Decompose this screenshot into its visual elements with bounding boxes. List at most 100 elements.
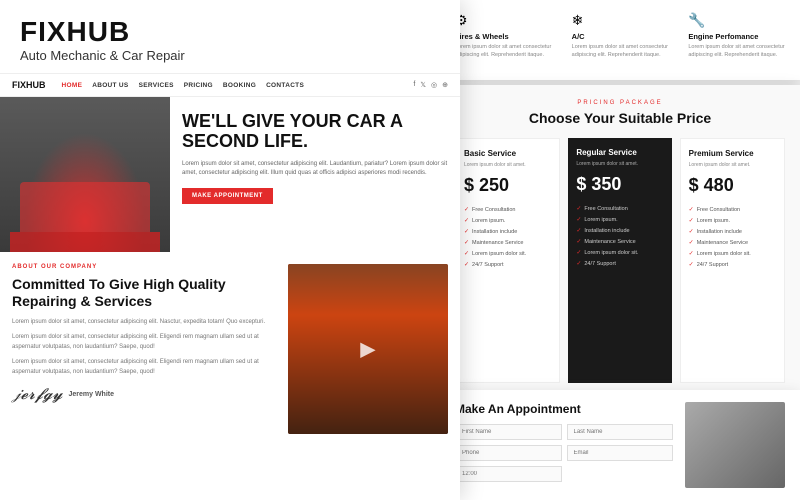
ac-icon: ❄: [572, 12, 669, 29]
basic-plan-features: ✓ Free Consultation ✓ Lorem ipsum. ✓ Ins…: [464, 204, 551, 270]
nav-item-about[interactable]: ABOUT US: [92, 82, 128, 89]
check-icon: ✓: [689, 261, 694, 268]
hero-content: WE'LL GIVE YOUR CAR A SECOND LIFE. Lorem…: [170, 97, 460, 252]
check-icon: ✓: [689, 250, 694, 257]
nav-item-services[interactable]: SERVICES: [139, 82, 174, 89]
engine-name: Engine Perfomance: [688, 32, 785, 41]
basic-plan-name: Basic Service: [464, 149, 551, 158]
feature-item: ✓ Maintenance Service: [464, 237, 551, 248]
nav-item-booking[interactable]: BOOKING: [223, 82, 256, 89]
social-twitter[interactable]: 𝕏: [420, 81, 426, 89]
services-card: ⚙ Tires & Wheels Lorem ipsum dolor sit a…: [440, 0, 800, 80]
ac-name: A/C: [572, 32, 669, 41]
feature-item: ✓ Lorem ipsum.: [576, 214, 663, 225]
check-icon: ✓: [689, 228, 694, 235]
about-image: [288, 264, 448, 434]
check-icon: ✓: [689, 217, 694, 224]
check-icon: ✓: [576, 216, 581, 223]
engine-desc: Lorem ipsum dolor sit amet consectetur a…: [688, 44, 785, 59]
check-icon: ✓: [689, 239, 694, 246]
premium-plan-name: Premium Service: [689, 149, 776, 158]
nav-item-home[interactable]: HOME: [62, 82, 83, 89]
feature-item: ✓ 24/7 Support: [576, 258, 663, 269]
about-image-bg: [288, 264, 448, 434]
about-content: ABOUT OUR COMPANY Committed To Give High…: [12, 264, 278, 447]
about-label: ABOUT OUR COMPANY: [12, 264, 273, 270]
check-icon: ✓: [464, 250, 469, 257]
check-icon: ✓: [576, 238, 581, 245]
hero-image-bg: [0, 97, 170, 252]
feature-item: ✓ Lorem ipsum dolor sit.: [576, 247, 663, 258]
hero-section: WE'LL GIVE YOUR CAR A SECOND LIFE. Lorem…: [0, 97, 460, 252]
basic-plan-desc: Lorem ipsum dolor sit amet.: [464, 162, 551, 169]
tires-name: Tires & Wheels: [455, 32, 552, 41]
feature-item: ✓ Lorem ipsum.: [689, 215, 776, 226]
premium-plan: Premium Service Lorem ipsum dolor sit am…: [680, 138, 785, 383]
booking-image-bg: [685, 402, 785, 488]
feature-item: ✓ 24/7 Support: [464, 259, 551, 270]
about-title: Committed To Give High Quality Repairing…: [12, 276, 273, 310]
about-desc-1: Lorem ipsum dolor sit amet, consectetur …: [12, 318, 273, 328]
feature-item: ✓ Free Consultation: [689, 204, 776, 215]
regular-plan-price: $ 350: [576, 174, 663, 195]
about-desc-3: Lorem ipsum dolor sit amet, consectetur …: [12, 358, 273, 377]
booking-fields: [455, 424, 673, 482]
basic-plan-price: $ 250: [464, 175, 551, 196]
service-item-tires: ⚙ Tires & Wheels Lorem ipsum dolor sit a…: [455, 12, 552, 59]
pricing-card: PRICING PACKAGE Choose Your Suitable Pri…: [440, 85, 800, 395]
nav-item-contacts[interactable]: CONTACTS: [266, 82, 304, 89]
regular-plan: Regular Service Lorem ipsum dolor sit am…: [568, 138, 671, 383]
brand-subtitle: Auto Mechanic & Car Repair: [20, 48, 440, 63]
make-appointment-button[interactable]: MAKE APPOINTMENT: [182, 188, 273, 204]
pricing-plans: Basic Service Lorem ipsum dolor sit amet…: [455, 138, 785, 383]
signature-name: Jeremy White: [68, 391, 114, 398]
feature-item: ✓ 24/7 Support: [689, 259, 776, 270]
about-desc-2: Lorem ipsum dolor sit amet, consectetur …: [12, 333, 273, 352]
feature-item: ✓ Maintenance Service: [689, 237, 776, 248]
feature-item: ✓ Free Consultation: [464, 204, 551, 215]
check-icon: ✓: [464, 217, 469, 224]
service-item-engine: 🔧 Engine Perfomance Lorem ipsum dolor si…: [688, 12, 785, 59]
time-input[interactable]: [455, 466, 562, 482]
pricing-title: Choose Your Suitable Price: [455, 110, 785, 126]
signature-area: 𝒿𝓮𝓻𝓯𝓰𝔂 Jeremy White: [12, 386, 273, 404]
tires-desc: Lorem ipsum dolor sit amet consectetur a…: [455, 44, 552, 59]
nav-social: f 𝕏 ◎ ⊕: [413, 81, 448, 89]
premium-plan-price: $ 480: [689, 175, 776, 196]
social-pinterest[interactable]: ⊕: [442, 81, 448, 89]
hero-image: [0, 97, 170, 252]
regular-plan-features: ✓ Free Consultation ✓ Lorem ipsum. ✓ Ins…: [576, 203, 663, 269]
basic-plan: Basic Service Lorem ipsum dolor sit amet…: [455, 138, 560, 383]
nav-bar: FIXHUB HOME ABOUT US SERVICES PRICING BO…: [0, 73, 460, 97]
check-icon: ✓: [576, 205, 581, 212]
hero-headline: WE'LL GIVE YOUR CAR A SECOND LIFE.: [182, 112, 448, 152]
phone-input[interactable]: [455, 445, 562, 461]
regular-plan-desc: Lorem ipsum dolor sit amet.: [576, 161, 663, 168]
hero-description: Lorem ipsum dolor sit amet, consectetur …: [182, 160, 448, 178]
nav-logo[interactable]: FIXHUB: [12, 80, 46, 90]
social-facebook[interactable]: f: [413, 81, 415, 89]
pricing-label: PRICING PACKAGE: [455, 100, 785, 106]
left-panel: FIXHUB Auto Mechanic & Car Repair FIXHUB…: [0, 0, 460, 500]
booking-title: Make An Appointment: [455, 402, 673, 416]
check-icon: ✓: [689, 206, 694, 213]
check-icon: ✓: [576, 227, 581, 234]
service-item-ac: ❄ A/C Lorem ipsum dolor sit amet consect…: [572, 12, 669, 59]
feature-item: ✓ Installation include: [689, 226, 776, 237]
right-panel: ⚙ Tires & Wheels Lorem ipsum dolor sit a…: [410, 0, 800, 500]
regular-plan-name: Regular Service: [576, 148, 663, 157]
first-name-input[interactable]: [455, 424, 562, 440]
feature-item: ✓ Free Consultation: [576, 203, 663, 214]
check-icon: ✓: [576, 260, 581, 267]
booking-card: Make An Appointment: [440, 390, 800, 500]
booking-image: [685, 402, 785, 488]
nav-item-pricing[interactable]: PRICING: [184, 82, 213, 89]
check-icon: ✓: [464, 206, 469, 213]
feature-item: ✓ Lorem ipsum dolor sit.: [689, 248, 776, 259]
feature-item: ✓ Installation include: [576, 225, 663, 236]
feature-item: ✓ Installation include: [464, 226, 551, 237]
last-name-input[interactable]: [567, 424, 674, 440]
check-icon: ✓: [464, 228, 469, 235]
email-input[interactable]: [567, 445, 674, 461]
social-instagram[interactable]: ◎: [431, 81, 437, 89]
